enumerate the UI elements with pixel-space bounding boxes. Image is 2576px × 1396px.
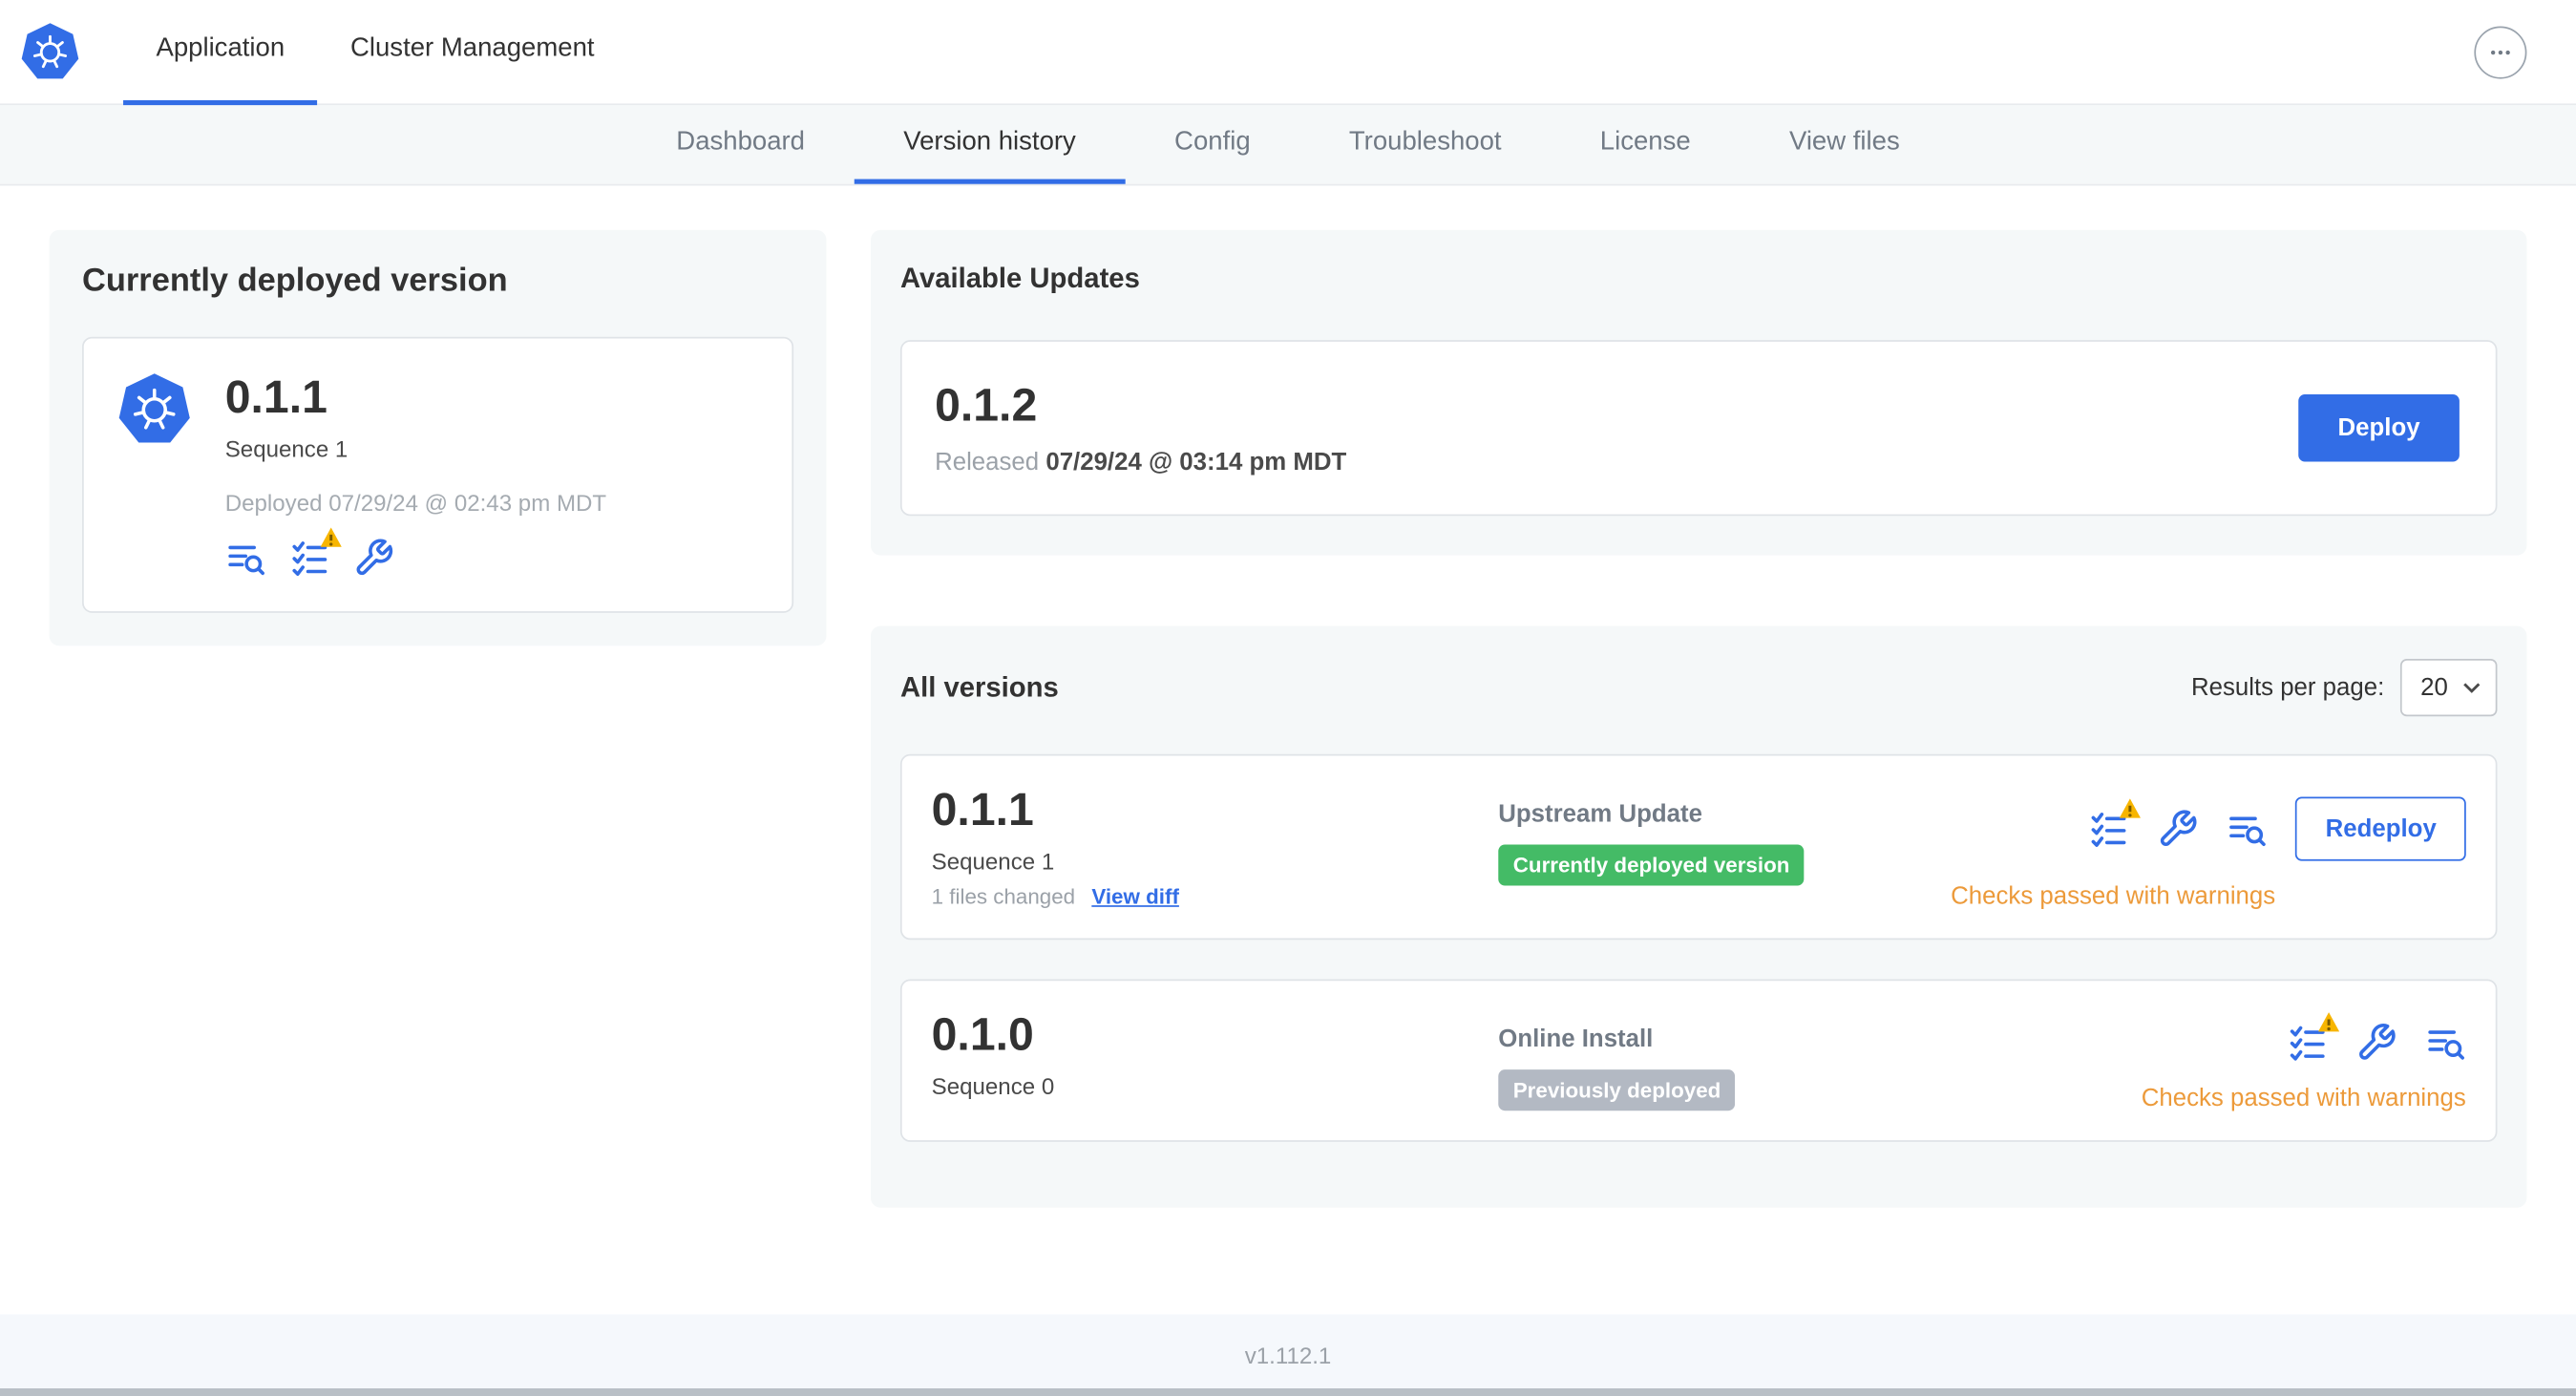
redeploy-button[interactable]: Redeploy <box>2295 796 2466 861</box>
version-actions-block: Checks passed with warnings <box>2141 1012 2466 1113</box>
app-sub-nav: Dashboard Version history Config Trouble… <box>0 105 2576 186</box>
kubernetes-app-icon <box>116 371 192 447</box>
tab-view-files[interactable]: View files <box>1740 105 1949 184</box>
all-versions-header: All versions Results per page: 20 <box>899 659 2498 717</box>
version-row-0-1-1: 0.1.1 Sequence 1 1 files changed View di… <box>899 754 2498 941</box>
deployed-version-details: 0.1.1 Sequence 1 Deployed 07/29/24 @ 02:… <box>225 371 606 579</box>
all-versions-title: All versions <box>899 671 1059 703</box>
main-content: Currently deployed version 0.1.1 Sequenc… <box>0 185 2576 1209</box>
version-source-block: Online Install Previously deployed <box>1498 1026 2141 1111</box>
results-per-page: Results per page: 20 <box>2190 659 2498 717</box>
version-source-block: Upstream Update Currently deployed versi… <box>1498 800 1951 886</box>
deployed-status-badge: Previously deployed <box>1498 1069 1736 1111</box>
results-per-page-select[interactable]: 20 <box>2400 659 2498 717</box>
row-version-number: 0.1.0 <box>931 1008 1034 1061</box>
preflight-checks-warning-icon[interactable] <box>2089 798 2142 850</box>
top-nav: Application Cluster Management <box>0 0 2576 106</box>
view-diff-link[interactable]: View diff <box>1091 884 1179 909</box>
version-row-0-1-0: 0.1.0 Sequence 0 Online Install Previous… <box>899 979 2498 1143</box>
wrench-icon[interactable] <box>2355 1023 2397 1064</box>
more-menu-icon <box>2490 50 2510 55</box>
version-source: Online Install <box>1498 1026 1654 1054</box>
row-sequence: Sequence 0 <box>931 1073 1055 1100</box>
available-updates-title: Available Updates <box>899 263 1140 295</box>
horizontal-scrollbar[interactable] <box>0 1387 2576 1396</box>
preflight-checks-warning-icon[interactable] <box>289 527 342 579</box>
version-actions-block: Redeploy Checks passed with warnings <box>1951 796 2466 911</box>
results-per-page-value: 20 <box>2420 673 2448 703</box>
files-changed-count: 1 files changed <box>931 884 1076 910</box>
released-timestamp: 07/29/24 @ 03:14 pm MDT <box>1045 449 1347 477</box>
all-versions-card: All versions Results per page: 20 0.1.1 … <box>870 625 2527 1209</box>
available-updates-card: Available Updates 0.1.2 Released 07/29/2… <box>870 229 2527 556</box>
more-menu-button[interactable] <box>2474 26 2527 79</box>
update-released-line: Released 07/29/24 @ 03:14 pm MDT <box>935 449 1346 476</box>
update-row: 0.1.2 Released 07/29/24 @ 03:14 pm MDT D… <box>899 340 2498 517</box>
version-info: 0.1.1 Sequence 1 1 files changed View di… <box>932 784 1499 909</box>
tab-troubleshoot[interactable]: Troubleshoot <box>1299 105 1551 184</box>
version-source: Upstream Update <box>1498 800 1702 829</box>
update-details: 0.1.2 Released 07/29/24 @ 03:14 pm MDT <box>935 379 1346 476</box>
released-label: Released <box>935 449 1040 477</box>
footer: v1.112.1 <box>0 1314 2576 1396</box>
warning-triangle-icon <box>2120 798 2142 818</box>
row-sequence: Sequence 1 <box>931 848 1055 876</box>
kubernetes-logo <box>20 21 81 82</box>
currently-deployed-title: Currently deployed version <box>82 263 508 300</box>
deployed-timestamp: Deployed 07/29/24 @ 02:43 pm MDT <box>224 490 607 517</box>
preflight-checks-warning-icon[interactable] <box>2287 1012 2340 1064</box>
tab-dashboard[interactable]: Dashboard <box>627 105 855 184</box>
currently-deployed-card: Currently deployed version 0.1.1 Sequenc… <box>49 229 827 646</box>
deployed-sequence: Sequence 1 <box>224 435 348 462</box>
version-info: 0.1.0 Sequence 0 <box>932 1009 1499 1100</box>
version-actions <box>2287 1012 2466 1064</box>
diff-icon[interactable] <box>2227 809 2268 850</box>
files-changed-line: 1 files changed View diff <box>932 884 1499 909</box>
right-column: Available Updates 0.1.2 Released 07/29/2… <box>870 229 2527 1209</box>
wrench-icon[interactable] <box>353 538 394 579</box>
console-version: v1.112.1 <box>1244 1342 1332 1369</box>
update-version-number: 0.1.2 <box>935 379 1038 431</box>
warning-triangle-icon <box>320 527 342 548</box>
results-per-page-label: Results per page: <box>2190 673 2385 703</box>
chevron-down-icon <box>2463 683 2481 694</box>
checks-status: Checks passed with warnings <box>1951 882 2276 911</box>
tab-license[interactable]: License <box>1551 105 1740 184</box>
diff-icon[interactable] <box>2425 1023 2466 1064</box>
warning-triangle-icon <box>2318 1012 2340 1032</box>
deployed-status-badge: Currently deployed version <box>1498 844 1805 886</box>
row-version-number: 0.1.1 <box>931 784 1034 835</box>
checks-status: Checks passed with warnings <box>2141 1084 2466 1113</box>
deployed-version-actions <box>225 527 606 579</box>
app-window: Application Cluster Management Dashboard… <box>0 0 2576 1396</box>
diff-icon[interactable] <box>225 538 266 579</box>
version-rows: 0.1.1 Sequence 1 1 files changed View di… <box>899 754 2498 1143</box>
deploy-button[interactable]: Deploy <box>2298 394 2460 462</box>
top-tab-application[interactable]: Application <box>123 0 318 105</box>
deployed-version-box: 0.1.1 Sequence 1 Deployed 07/29/24 @ 02:… <box>82 336 794 614</box>
tab-config[interactable]: Config <box>1125 105 1299 184</box>
top-tab-cluster-management[interactable]: Cluster Management <box>318 0 627 104</box>
tab-version-history[interactable]: Version history <box>854 105 1126 184</box>
version-actions: Redeploy <box>2089 796 2466 861</box>
deployed-version-number: 0.1.1 <box>224 370 327 423</box>
wrench-icon[interactable] <box>2158 809 2199 850</box>
